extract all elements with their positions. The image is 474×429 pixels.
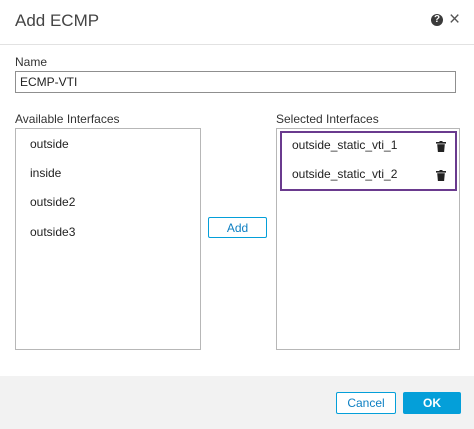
ok-button[interactable]: OK bbox=[403, 392, 461, 414]
available-interfaces-label: Available Interfaces bbox=[15, 112, 120, 126]
selected-items-group: outside_static_vti_1 outside_static_vti_… bbox=[280, 131, 457, 191]
close-icon[interactable]: × bbox=[449, 10, 460, 30]
selected-item-vti-1[interactable]: outside_static_vti_1 bbox=[292, 138, 397, 152]
available-item-outside3[interactable]: outside3 bbox=[30, 225, 75, 239]
cancel-button[interactable]: Cancel bbox=[336, 392, 396, 414]
trash-icon[interactable] bbox=[436, 141, 446, 152]
trash-icon[interactable] bbox=[436, 170, 446, 181]
add-button[interactable]: Add bbox=[208, 217, 267, 238]
selected-item-vti-2[interactable]: outside_static_vti_2 bbox=[292, 167, 397, 181]
selected-interfaces-label: Selected Interfaces bbox=[276, 112, 379, 126]
name-input[interactable] bbox=[15, 71, 456, 93]
available-interfaces-list[interactable]: outside inside outside2 outside3 bbox=[15, 128, 201, 350]
available-item-outside2[interactable]: outside2 bbox=[30, 195, 75, 209]
available-item-inside[interactable]: inside bbox=[30, 166, 61, 180]
available-item-outside[interactable]: outside bbox=[30, 137, 69, 151]
help-icon[interactable]: ? bbox=[431, 14, 443, 26]
dialog-title: Add ECMP bbox=[15, 11, 100, 30]
name-label: Name bbox=[15, 55, 48, 69]
dialog-header: Add ECMP ? × bbox=[0, 0, 474, 45]
